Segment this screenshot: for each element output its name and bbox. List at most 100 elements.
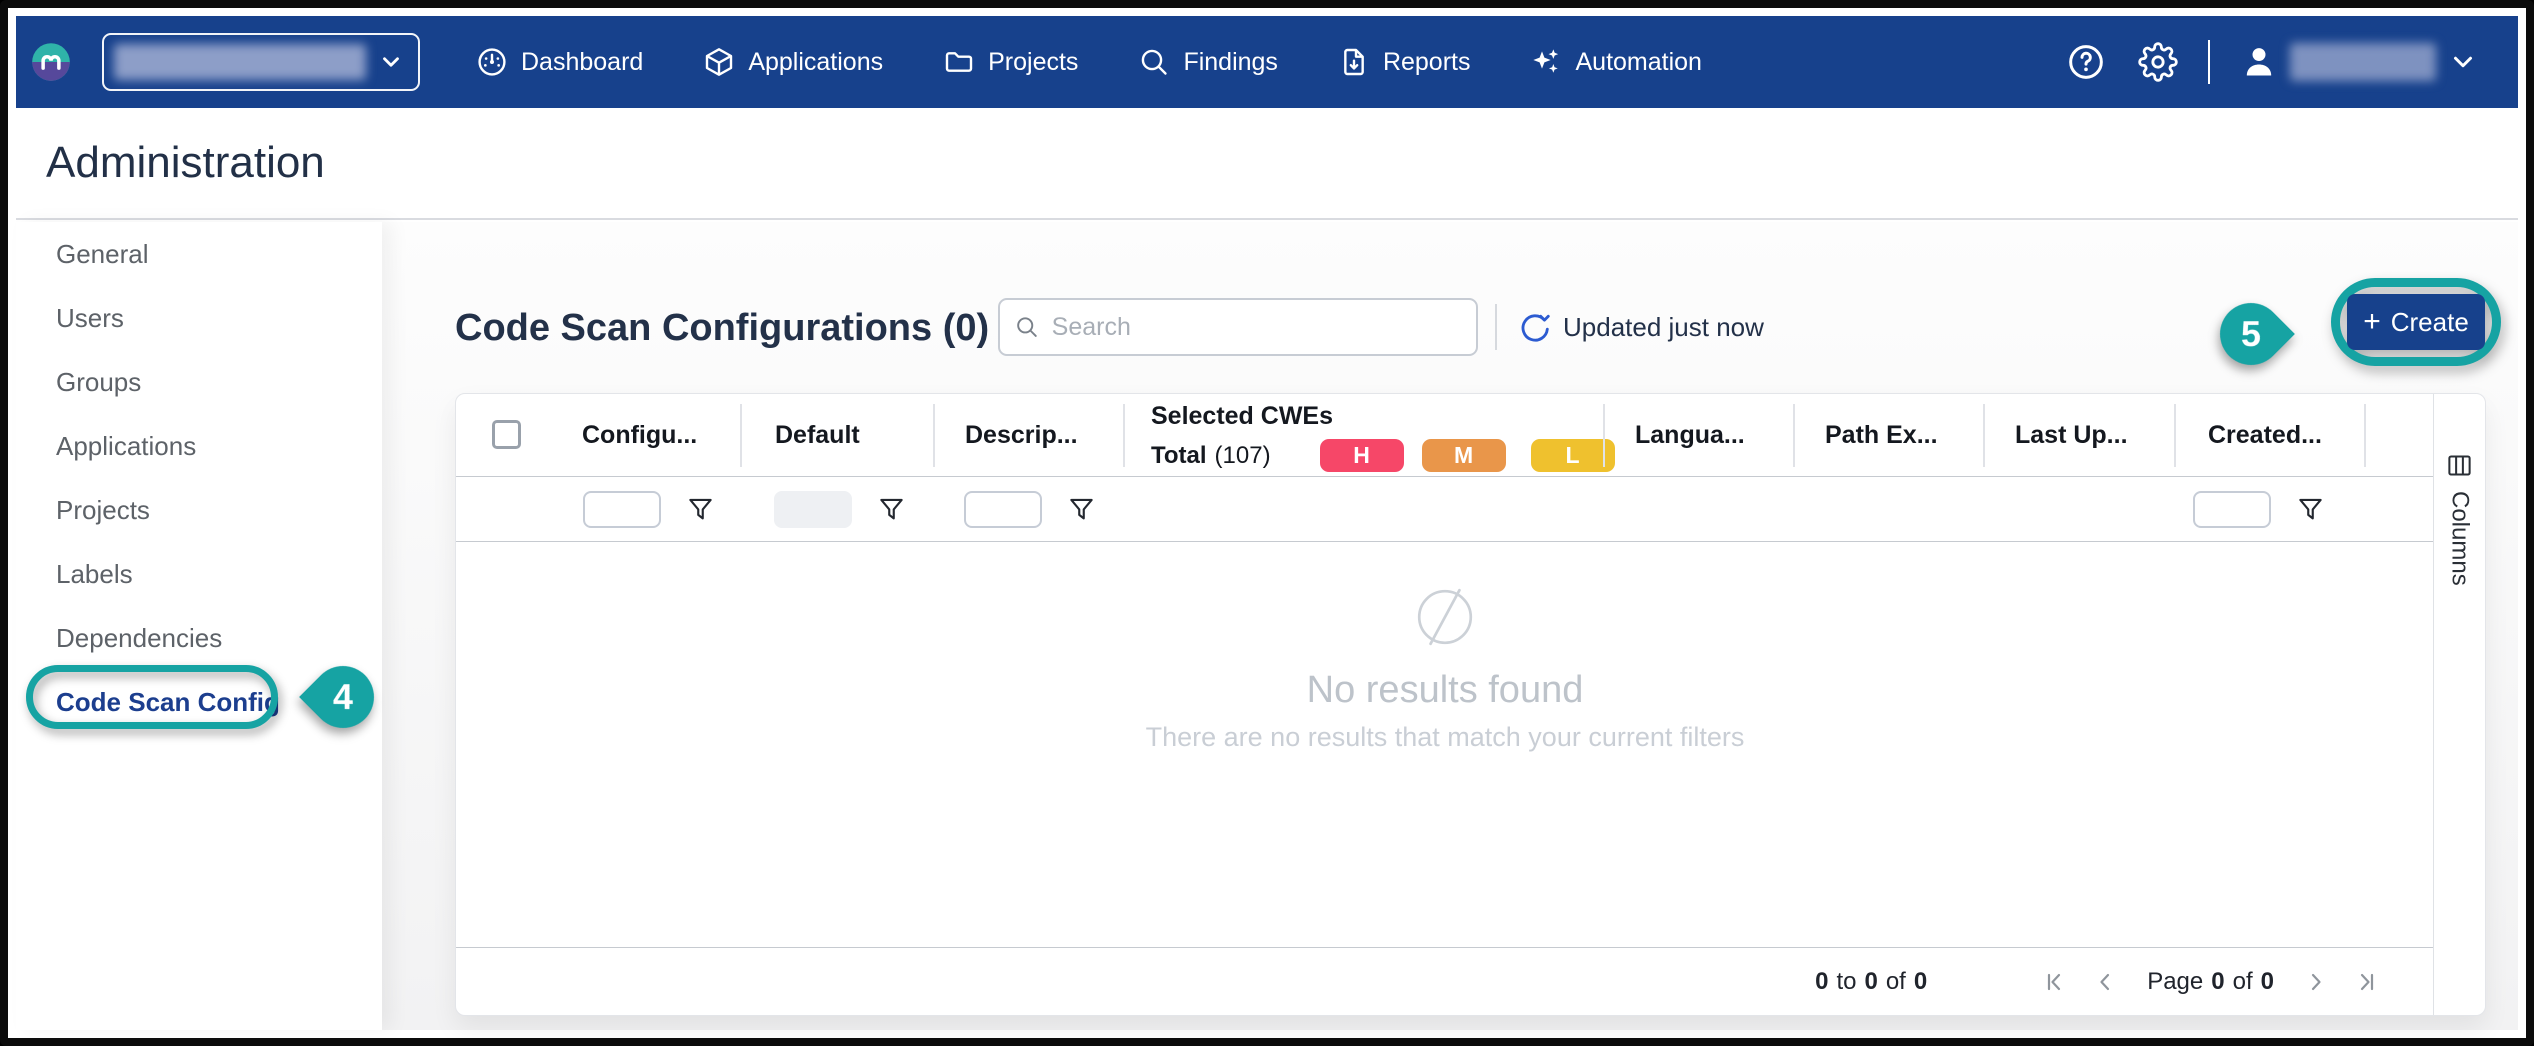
gear-icon <box>2138 42 2178 82</box>
filter-funnel-icon[interactable] <box>2297 496 2324 528</box>
empty-state-title: No results found <box>456 669 2434 712</box>
column-divider <box>1793 404 1795 467</box>
help-button[interactable] <box>2066 42 2106 82</box>
section-title: Code Scan Configurations (0) <box>455 307 989 350</box>
annotation-step-4-badge: 4 <box>299 653 387 741</box>
user-menu[interactable] <box>2240 43 2278 81</box>
help-icon <box>2066 42 2106 82</box>
range-start: 0 <box>1815 968 1828 996</box>
sidebar-item-projects[interactable]: Projects <box>16 478 382 542</box>
last-page-button[interactable] <box>2348 964 2384 1000</box>
range-end: 0 <box>1864 968 1877 996</box>
annotation-step-5-number: 5 <box>2220 303 2282 365</box>
sidebar-item-general[interactable]: General <box>16 222 382 286</box>
sidebar-item-applications[interactable]: Applications <box>16 414 382 478</box>
folder-icon <box>943 46 975 78</box>
sidebar-item-users[interactable]: Users <box>16 286 382 350</box>
nav-label: Reports <box>1383 48 1471 77</box>
user-avatar-icon <box>2240 43 2278 81</box>
annotation-step-5-badge: 5 <box>2207 290 2295 378</box>
nav-item-applications[interactable]: Applications <box>703 46 883 78</box>
organization-name-redacted <box>114 44 366 80</box>
filter-input-configuration[interactable] <box>583 491 661 528</box>
column-header-created[interactable]: Created... <box>2208 394 2322 477</box>
create-button[interactable]: + Create <box>2347 294 2485 350</box>
nav-label: Projects <box>988 48 1078 77</box>
cube-icon <box>703 46 735 78</box>
create-button-label: Create <box>2391 307 2469 338</box>
medium-severity-badge[interactable]: M <box>1422 439 1506 472</box>
gauge-icon <box>476 46 508 78</box>
report-document-icon <box>1338 46 1370 78</box>
column-header-languages[interactable]: Langua... <box>1635 394 1745 477</box>
columns-panel-toggle[interactable]: Columns <box>2433 394 2485 1015</box>
next-page-button[interactable] <box>2298 964 2334 1000</box>
range-total: 0 <box>1914 968 1927 996</box>
first-page-button[interactable] <box>2037 964 2073 1000</box>
content-area: General Users Groups Applications Projec… <box>16 222 2518 1030</box>
column-header-last-updated[interactable]: Last Up... <box>2015 394 2128 477</box>
column-divider <box>740 404 742 467</box>
sidebar-item-labels[interactable]: Labels <box>16 542 382 606</box>
search-input[interactable] <box>1052 313 1462 342</box>
previous-page-button[interactable] <box>2087 964 2123 1000</box>
nav-item-findings[interactable]: Findings <box>1138 46 1278 78</box>
empty-state-subtitle: There are no results that match your cur… <box>456 722 2434 753</box>
cwe-total-label: Total <box>1151 442 1207 470</box>
nav-label: Automation <box>1575 48 1701 77</box>
low-severity-badge[interactable]: L <box>1531 439 1615 472</box>
column-divider <box>933 404 935 467</box>
plus-icon: + <box>2363 307 2381 337</box>
column-divider <box>1123 404 1125 467</box>
filter-input-description[interactable] <box>964 491 1042 528</box>
settings-button[interactable] <box>2138 42 2178 82</box>
search-icon <box>1014 313 1040 341</box>
nav-item-automation[interactable]: Automation <box>1530 46 1701 78</box>
column-header-path-exclusions[interactable]: Path Ex... <box>1825 394 1938 477</box>
nav-label: Applications <box>748 48 883 77</box>
page-header: Administration <box>16 108 2518 220</box>
table-header-row: Configu... Default Descrip... Selected C… <box>456 394 2434 477</box>
high-severity-badge[interactable]: H <box>1320 439 1404 472</box>
empty-state: No results found There are no results th… <box>456 542 2434 947</box>
nav-item-reports[interactable]: Reports <box>1338 46 1471 78</box>
nav-item-projects[interactable]: Projects <box>943 46 1078 78</box>
nav-label: Dashboard <box>521 48 643 77</box>
navbar-right <box>2066 40 2478 84</box>
page-title: Administration <box>46 138 325 188</box>
page-of-word: of <box>2233 968 2253 996</box>
page-status: Page 0 of 0 <box>2147 968 2274 996</box>
nav-item-dashboard[interactable]: Dashboard <box>476 46 643 78</box>
chevron-down-icon <box>378 49 404 75</box>
refresh-icon <box>1517 311 1551 345</box>
select-all-checkbox[interactable] <box>492 420 521 449</box>
chevron-down-icon[interactable] <box>2448 47 2478 77</box>
nav-label: Findings <box>1183 48 1278 77</box>
column-header-description[interactable]: Descrip... <box>965 394 1078 477</box>
column-header-default[interactable]: Default <box>775 394 860 477</box>
sidebar-item-dependencies[interactable]: Dependencies <box>16 606 382 670</box>
no-results-icon <box>1412 584 1478 650</box>
annotation-highlight-create: + Create <box>2331 278 2501 366</box>
toolbar: Code Scan Configurations (0) Updated <box>455 288 2518 368</box>
row-range-status: 0 to 0 of 0 <box>1815 968 1927 996</box>
search-icon <box>1138 46 1170 78</box>
sidebar-item-groups[interactable]: Groups <box>16 350 382 414</box>
mend-logo-icon[interactable] <box>30 41 72 83</box>
column-header-configuration[interactable]: Configu... <box>582 394 697 477</box>
navbar-divider <box>2208 40 2210 84</box>
user-name-redacted <box>2290 43 2436 81</box>
page-total: 0 <box>2261 968 2274 996</box>
app-window: Dashboard Applications Projects <box>0 0 2534 1046</box>
table-footer: 0 to 0 of 0 Page <box>456 947 2434 1016</box>
refresh-button[interactable] <box>1517 311 1551 350</box>
filter-funnel-icon[interactable] <box>1068 496 1095 528</box>
filter-input-created[interactable] <box>2193 491 2271 528</box>
selected-cwes-label: Selected CWEs <box>1151 402 1615 431</box>
filter-funnel-icon[interactable] <box>687 496 714 528</box>
column-header-selected-cwes: Selected CWEs Total (107) H M L <box>1151 402 1615 472</box>
top-navbar: Dashboard Applications Projects <box>16 16 2518 108</box>
organization-dropdown[interactable] <box>102 33 420 91</box>
page-current: 0 <box>2211 968 2224 996</box>
filter-funnel-icon[interactable] <box>878 496 905 528</box>
